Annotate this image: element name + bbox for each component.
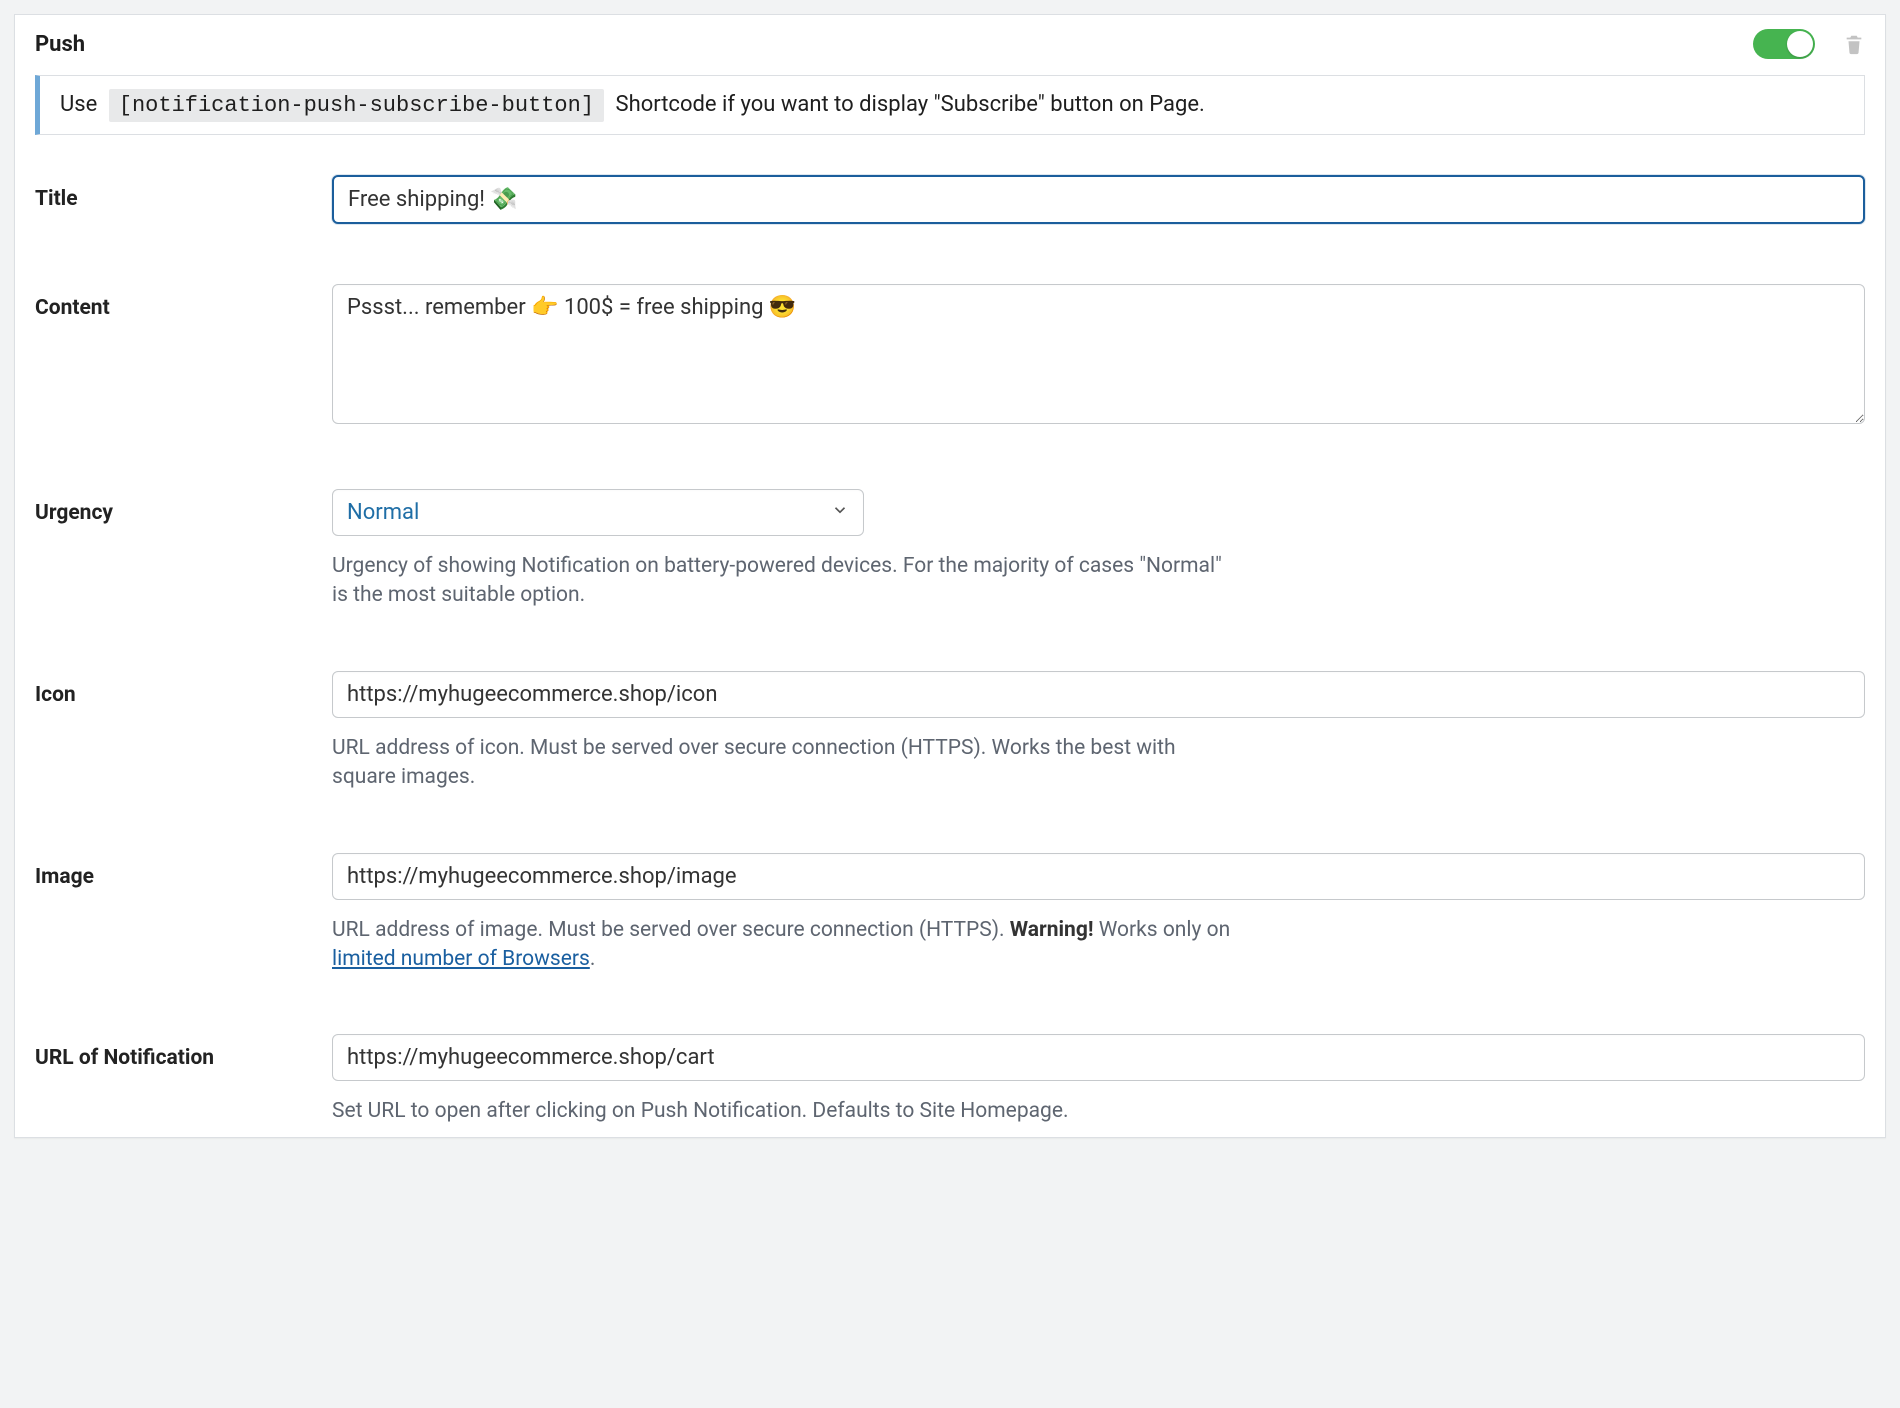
- input-url[interactable]: [332, 1034, 1865, 1081]
- chevron-down-icon: [831, 500, 849, 525]
- push-form: Title Content Pssst... remember 👉 100$ =…: [15, 159, 1885, 1137]
- label-image: Image: [35, 853, 332, 889]
- enable-toggle[interactable]: [1753, 29, 1815, 59]
- helper-icon: URL address of icon. Must be served over…: [332, 734, 1242, 793]
- row-url: URL of Notification Set URL to open afte…: [35, 1034, 1865, 1126]
- helper-image: URL address of image. Must be served ove…: [332, 916, 1242, 975]
- label-title: Title: [35, 175, 332, 211]
- textarea-content[interactable]: Pssst... remember 👉 100$ = free shipping…: [332, 284, 1865, 424]
- browsers-link[interactable]: limited number of Browsers: [332, 947, 590, 971]
- row-urgency: Urgency Normal Urgency of showing Notifi…: [35, 489, 1865, 611]
- helper-url: Set URL to open after clicking on Push N…: [332, 1097, 1242, 1126]
- input-icon[interactable]: [332, 671, 1865, 718]
- notice-suffix: Shortcode if you want to display "Subscr…: [616, 92, 1205, 117]
- card-title: Push: [35, 32, 1753, 57]
- shortcode-notice: Use [notification-push-subscribe-button]…: [35, 75, 1865, 135]
- select-urgency[interactable]: Normal: [332, 489, 864, 536]
- label-content: Content: [35, 284, 332, 320]
- label-icon: Icon: [35, 671, 332, 707]
- card-header: Push: [15, 15, 1885, 67]
- row-content: Content Pssst... remember 👉 100$ = free …: [35, 284, 1865, 429]
- row-icon: Icon URL address of icon. Must be served…: [35, 671, 1865, 793]
- row-title: Title: [35, 175, 1865, 224]
- shortcode-code: [notification-push-subscribe-button]: [109, 89, 604, 122]
- input-title[interactable]: [332, 175, 1865, 224]
- push-settings-card: Push Use [notification-push-subscribe-bu…: [14, 14, 1886, 1138]
- trash-icon[interactable]: [1843, 33, 1865, 55]
- helper-urgency: Urgency of showing Notification on batte…: [332, 552, 1242, 611]
- label-url: URL of Notification: [35, 1034, 332, 1070]
- label-urgency: Urgency: [35, 489, 332, 525]
- input-image[interactable]: [332, 853, 1865, 900]
- select-urgency-value: Normal: [347, 500, 831, 525]
- row-image: Image URL address of image. Must be serv…: [35, 853, 1865, 975]
- notice-prefix: Use: [60, 92, 97, 117]
